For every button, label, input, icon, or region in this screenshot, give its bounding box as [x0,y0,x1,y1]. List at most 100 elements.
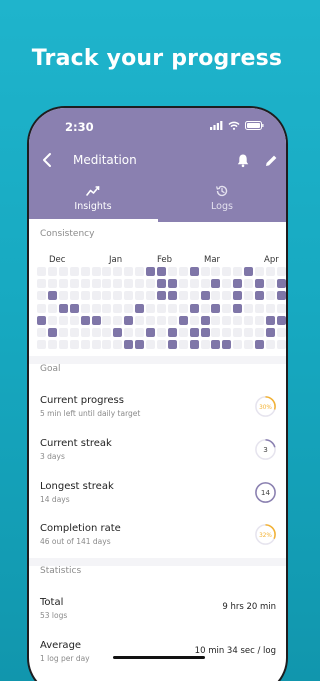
consistency-cell [189,291,199,301]
consistency-cell [222,279,232,289]
consistency-cell [91,267,101,276]
consistency-cell [211,291,221,301]
completion-ring: 32% [255,524,276,545]
completion-rate-title: Completion rate [40,523,121,534]
tab-insights[interactable]: Insights [29,182,157,222]
consistency-cell [265,303,275,313]
app-screen: 2:30 Meditation Insights Logs Consistenc… [29,108,286,681]
consistency-cell [91,315,101,325]
consistency-cell [276,315,286,325]
consistency-cell [113,315,123,325]
consistency-cell [47,291,57,301]
consistency-cell [244,340,254,350]
consistency-cell [37,315,46,325]
month-label: Apr [264,255,279,265]
consistency-cell [244,315,254,325]
consistency-cell [156,303,166,313]
consistency-cell [265,279,275,289]
consistency-cell [58,267,68,276]
consistency-cell [156,291,166,301]
goal-label: Goal [40,364,61,374]
consistency-cell [69,328,79,337]
consistency-cell [244,303,254,313]
consistency-cell [124,315,134,325]
month-label: Mar [204,255,221,265]
consistency-label: Consistency [40,229,95,239]
consistency-cell [135,328,145,337]
tab-logs[interactable]: Logs [158,182,286,222]
consistency-cell [200,279,210,289]
consistency-cell [69,291,79,301]
status-time: 2:30 [65,120,94,134]
edit-pencil-icon[interactable] [264,153,278,168]
home-indicator [113,656,205,659]
consistency-cell [58,315,68,325]
consistency-cell [80,303,90,313]
consistency-cell [102,315,112,325]
consistency-cell [113,279,123,289]
consistency-cell [91,279,101,289]
consistency-cell [91,303,101,313]
consistency-cell [178,291,188,301]
consistency-cell [124,340,134,350]
month-label: Feb [157,255,173,265]
consistency-cell [156,267,166,276]
consistency-cell [146,315,155,325]
consistency-cell [47,340,57,350]
consistency-cell [37,328,46,337]
average-subtitle: 1 log per day [40,654,90,663]
consistency-cell [255,279,264,289]
consistency-cell [211,303,221,313]
consistency-cell [222,267,232,276]
consistency-cell [276,291,286,301]
consistency-cell [156,340,166,350]
consistency-cell [146,340,155,350]
consistency-cell [244,267,254,276]
consistency-cell [113,267,123,276]
tab-insights-label: Insights [74,201,112,212]
average-title: Average [40,640,82,651]
consistency-cell [211,328,221,337]
status-icons [210,121,264,130]
total-value: 9 hrs 20 min [222,602,276,612]
consistency-cell [244,291,254,301]
progress-ring: 30% [255,396,276,417]
consistency-cell [102,279,112,289]
consistency-cell [102,303,112,313]
signal-icon [210,121,223,130]
consistency-cell [233,303,243,313]
consistency-cell [58,340,68,350]
consistency-cell [124,328,134,337]
consistency-cell [124,291,134,301]
consistency-cell [255,267,264,276]
bell-icon[interactable] [236,153,250,168]
consistency-cell [222,303,232,313]
consistency-cell [244,328,254,337]
longest-streak-ring: 14 [255,482,276,503]
total-subtitle: 53 logs [40,611,68,620]
consistency-cell [146,328,155,337]
consistency-cell [146,267,155,276]
page-title: Meditation [73,153,137,167]
consistency-cell [276,340,286,350]
consistency-cell [113,291,123,301]
consistency-cell [47,328,57,337]
longest-streak-subtitle: 14 days [40,495,70,504]
consistency-cell [276,303,286,313]
ring-text: 14 [261,488,271,497]
consistency-cell [189,279,199,289]
current-streak-subtitle: 3 days [40,452,65,461]
consistency-cell [167,315,177,325]
consistency-cell [167,303,177,313]
consistency-cell [189,267,199,276]
consistency-cell [244,279,254,289]
consistency-cell [276,267,286,276]
back-arrow-icon[interactable] [41,152,55,168]
tab-logs-label: Logs [211,201,233,212]
consistency-cell [102,328,112,337]
consistency-cell [189,328,199,337]
consistency-cell [200,340,210,350]
consistency-cell [255,303,264,313]
consistency-cell [124,303,134,313]
consistency-cell [222,315,232,325]
